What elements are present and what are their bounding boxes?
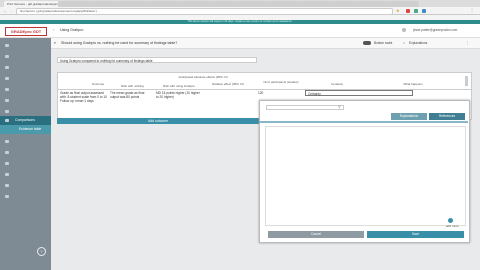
extension-icon[interactable] (422, 8, 426, 13)
avatar[interactable] (402, 27, 406, 32)
sidebar-item-evidence-table[interactable]: Evidence table (0, 125, 51, 134)
document-icon (5, 184, 9, 187)
back-icon[interactable]: ← (3, 8, 7, 13)
outcome-cell[interactable]: Grade as final output assessed with: 5-s… (60, 91, 108, 103)
url-field[interactable]: Not Secure | gdt.gradeprodevelopment.org… (16, 8, 393, 15)
help-icon[interactable]: ? (37, 247, 46, 256)
extension-icon[interactable] (406, 8, 410, 13)
summary-title: Using Grabpro compared to nothing for su… (57, 57, 257, 63)
project-title: Using Grabpro (60, 28, 84, 32)
sidebar-item[interactable] (0, 148, 51, 157)
header-risk-with: Risk with using Grabpro (163, 84, 195, 88)
menu-icon[interactable]: ⋮ (470, 7, 474, 12)
participants-cell[interactable]: 120 (258, 91, 302, 95)
toggle-label: Bottom swint (374, 41, 393, 45)
add-outcome-button[interactable]: Add outcome (57, 118, 259, 124)
question-bar: ▾ Should using Grabpro vs. nothing be us… (51, 38, 480, 49)
extension-icon[interactable] (414, 8, 418, 13)
header-relative-effect: Relative effect (95% CI) (212, 82, 244, 86)
header-anticipated: Anticipated absolute effects (95% CI) (178, 75, 228, 79)
risk-with-cell[interactable]: MD 15 points higher (10 higher to 20 hig… (156, 91, 202, 99)
document-icon (5, 195, 9, 198)
certainty-value: Certainty (308, 92, 321, 96)
app-logo[interactable]: GRADEpro GDT (5, 27, 47, 36)
forward-icon[interactable]: → (9, 8, 13, 13)
user-email[interactable]: jesse.patter@gradeprodev.com (413, 28, 457, 32)
sidebar-item[interactable] (0, 192, 51, 201)
comparisons-icon (5, 119, 9, 122)
tab-explanations[interactable]: Explanations (391, 113, 427, 120)
sidebar-item[interactable] (0, 137, 51, 146)
bookmark-star-icon[interactable]: ★ (396, 8, 400, 13)
tasks-icon (5, 66, 9, 69)
sidebar-item[interactable] (0, 85, 51, 94)
sidebar-item[interactable] (0, 52, 51, 61)
tab-underline (259, 121, 468, 123)
add-more-label[interactable]: add more (446, 224, 459, 228)
document-icon (5, 151, 9, 154)
references-icon (5, 99, 9, 102)
more-options-icon[interactable]: ⋮ (466, 41, 470, 45)
sidebar-item-comparisons[interactable]: Comparisons (0, 116, 51, 125)
tab-references[interactable]: References (429, 113, 465, 120)
sidebar-item[interactable] (0, 74, 51, 83)
sidebar-item-label: Comparisons (15, 118, 35, 122)
save-button[interactable]: Save (367, 231, 464, 238)
sidebar-item-label: Evidence table (19, 127, 42, 131)
chevron-right-icon: › (53, 27, 55, 32)
header-risk-without: Risk with nothing (121, 84, 144, 88)
header-participants: № of participants (studies) (263, 80, 299, 84)
toggle-switch[interactable] (363, 41, 371, 45)
chevron-down-icon[interactable]: ▾ (54, 41, 56, 45)
team-icon (5, 77, 9, 80)
sidebar-item[interactable] (0, 107, 51, 116)
question-text: Should using Grabpro vs. nothing be used… (61, 41, 178, 45)
search-icon[interactable]: ⚲ (338, 105, 340, 109)
explanations-label[interactable]: Explanations (409, 41, 427, 45)
document-icon (5, 140, 9, 143)
menu-icon (5, 44, 9, 47)
scrollbar[interactable] (465, 76, 468, 86)
sidebar-item[interactable] (0, 181, 51, 190)
search-input[interactable] (266, 105, 344, 110)
header-what-happens: What happens (403, 82, 423, 86)
add-icon[interactable] (448, 218, 453, 223)
browser-tab-bar: Print Sensore - gdt.gradeprodevelopment.… (0, 0, 480, 7)
prognosis-icon (5, 110, 9, 113)
checkbox-icon[interactable]: ✓ (403, 41, 406, 45)
risk-without-cell[interactable]: The mean grade as final output was 80 po… (110, 91, 154, 99)
certainty-dropdown[interactable]: Certainty (305, 90, 413, 96)
scope-icon (5, 88, 9, 91)
sidebar-item[interactable] (0, 63, 51, 72)
sidebar-item[interactable] (0, 159, 51, 168)
sidebar-item[interactable] (0, 170, 51, 179)
app-header: GRADEpro GDT › Using Grabpro jesse.patte… (0, 24, 480, 38)
browser-toolbar: ← → Not Secure | gdt.gradeprodevelopment… (0, 7, 480, 15)
settings-icon (5, 55, 9, 58)
header-certainty: Certainty (330, 82, 343, 86)
sidebar: Comparisons Evidence table ? (0, 38, 51, 270)
explanations-list[interactable] (265, 126, 466, 226)
document-icon (5, 162, 9, 165)
sidebar-item[interactable] (0, 96, 51, 105)
sidebar-item[interactable] (0, 41, 51, 50)
cancel-button[interactable]: Cancel (268, 231, 364, 238)
document-icon (5, 173, 9, 176)
